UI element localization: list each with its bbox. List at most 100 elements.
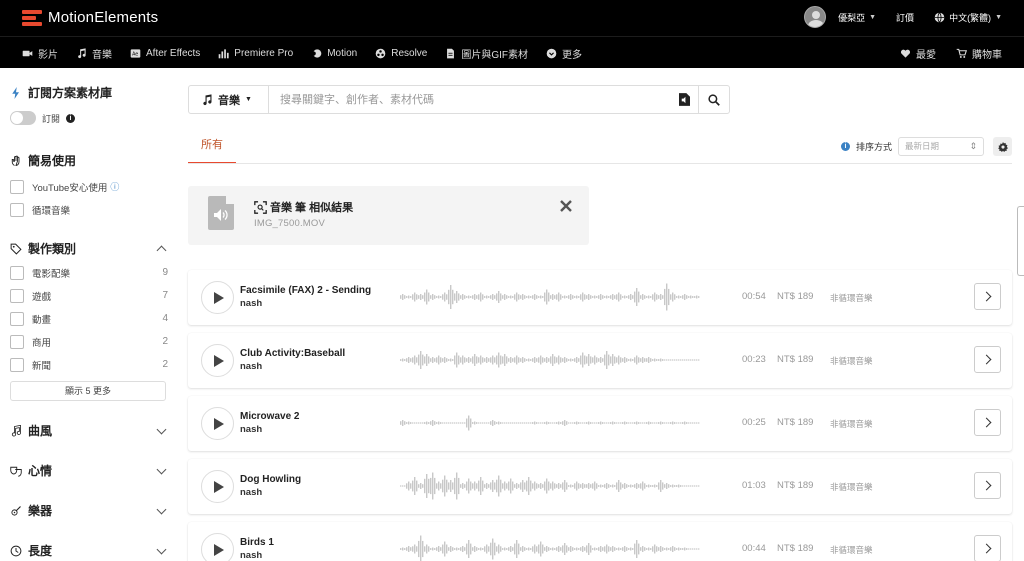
video-icon <box>22 50 33 56</box>
mood-section[interactable]: 心情 <box>10 462 168 479</box>
checkbox[interactable] <box>10 202 24 217</box>
favorites-link[interactable]: 最愛 <box>900 46 936 61</box>
checkbox[interactable] <box>10 357 24 372</box>
filter-category[interactable]: 遊戲 7 <box>10 284 168 307</box>
track-details-button[interactable] <box>974 535 1001 561</box>
audio-file-search-button[interactable] <box>671 86 699 113</box>
track-title[interactable]: Dog Howling <box>240 474 301 485</box>
waveform[interactable] <box>400 471 700 501</box>
track-price: NT$ 189 <box>777 354 814 365</box>
track-row[interactable]: Dog Howling nash 01:03 NT$ 189 非循環音樂 <box>188 459 1012 514</box>
subscription-toggle[interactable] <box>10 111 36 125</box>
nav-video[interactable]: 影片 <box>22 46 58 61</box>
show-more-button[interactable]: 顯示 5 更多 <box>10 381 166 401</box>
more-icon <box>546 48 557 58</box>
cart-link[interactable]: 購物車 <box>956 46 1002 61</box>
nav-images-gif[interactable]: 圖片與GIF素材 <box>445 46 528 61</box>
track-details-button[interactable] <box>974 409 1001 436</box>
duration-section[interactable]: 長度 <box>10 542 168 559</box>
track-artist[interactable]: nash <box>240 298 262 309</box>
pricing-link[interactable]: 訂價 <box>896 11 914 24</box>
checkbox[interactable] <box>10 288 24 303</box>
play-button[interactable] <box>201 533 234 561</box>
nav-premiere-pro[interactable]: Premiere Pro <box>218 48 293 59</box>
chevron-down-icon: ▼ <box>869 13 877 21</box>
nav-motion[interactable]: Motion <box>311 48 357 59</box>
ae-icon: Ae <box>130 48 141 58</box>
nav-after-effects[interactable]: Ae After Effects <box>130 48 200 59</box>
track-row[interactable]: Microwave 2 nash 00:25 NT$ 189 非循環音樂 <box>188 396 1012 451</box>
search-category-dropdown[interactable]: 音樂 ▼ <box>189 86 269 113</box>
avatar <box>804 6 827 28</box>
track-row[interactable]: Birds 1 nash 00:44 NT$ 189 非循環音樂 <box>188 522 1012 561</box>
filter-loop-music[interactable]: 循環音樂 <box>10 198 168 221</box>
checkbox[interactable] <box>10 334 24 349</box>
track-artist[interactable]: nash <box>240 361 262 372</box>
easy-use-section: 簡易使用 YouTube安心使用 ⓘ 循環音樂 <box>10 152 168 221</box>
play-button[interactable] <box>201 281 234 314</box>
filter-label: 電影配樂 <box>32 268 71 280</box>
search-button[interactable] <box>699 86 729 113</box>
instrument-section[interactable]: 樂器 <box>10 502 168 519</box>
sort-select[interactable]: 最新日期 <box>898 137 985 156</box>
info-icon[interactable]: i <box>841 142 850 151</box>
track-artist[interactable]: nash <box>240 424 262 435</box>
track-duration: 00:25 <box>742 417 766 428</box>
search-category-label: 音樂 <box>218 94 240 107</box>
track-title[interactable]: Microwave 2 <box>240 411 299 422</box>
search-bar: 音樂 ▼ <box>188 85 730 114</box>
info-icon[interactable]: ⓘ <box>110 180 119 193</box>
mood-title-text: 心情 <box>28 464 53 478</box>
play-button[interactable] <box>201 407 234 440</box>
checkbox[interactable] <box>10 265 24 280</box>
close-icon[interactable] <box>559 199 573 213</box>
nav-more[interactable]: 更多 <box>546 46 582 61</box>
easy-use-title: 簡易使用 <box>10 152 168 169</box>
tab-all[interactable]: 所有 <box>188 130 236 164</box>
play-button[interactable] <box>201 470 234 503</box>
filter-category[interactable]: 商用 2 <box>10 330 168 353</box>
track-details-button[interactable] <box>974 283 1001 310</box>
filter-youtube-safe[interactable]: YouTube安心使用 ⓘ <box>10 175 168 198</box>
subscription-section: 訂閱方案素材庫 訂閱 i <box>10 84 168 125</box>
checkbox[interactable] <box>10 311 24 326</box>
nav-left: 影片 音樂 Ae After Effects Premiere Pro Moti… <box>22 37 582 69</box>
subscription-toggle-row: 訂閱 i <box>10 111 168 125</box>
filter-label: 循環音樂 <box>32 205 71 217</box>
genre-section[interactable]: 曲風 <box>10 422 168 439</box>
waveform[interactable] <box>400 345 700 375</box>
scrollbar-handle[interactable] <box>1017 206 1024 276</box>
waveform[interactable] <box>400 534 700 561</box>
language-menu[interactable]: 中文(繁體) ▼ <box>934 11 1002 24</box>
waveform[interactable] <box>400 408 700 438</box>
track-row[interactable]: Facsimile (FAX) 2 - Sending nash 00:54 NT$ … <box>188 270 1012 325</box>
resolve-icon <box>375 48 386 58</box>
filter-category[interactable]: 電影配樂 9 <box>10 261 168 284</box>
globe-icon <box>934 11 945 23</box>
track-details-button[interactable] <box>974 472 1001 499</box>
track-artist[interactable]: nash <box>240 487 262 498</box>
filter-category[interactable]: 動畫 4 <box>10 307 168 330</box>
user-menu[interactable]: 優梨亞 ▼ <box>804 6 876 28</box>
track-title[interactable]: Birds 1 <box>240 537 274 548</box>
filter-category[interactable]: 新聞 2 <box>10 353 168 376</box>
track-title[interactable]: Club Activity:Baseball <box>240 348 345 359</box>
nav-resolve[interactable]: Resolve <box>375 48 427 59</box>
search-input[interactable] <box>269 86 671 113</box>
hand-icon <box>11 155 20 166</box>
track-row[interactable]: Club Activity:Baseball nash 00:23 NT$ 189 非循… <box>188 333 1012 388</box>
info-icon[interactable]: i <box>66 113 76 123</box>
username: 優梨亞 <box>838 12 866 23</box>
waveform[interactable] <box>400 282 700 312</box>
track-details-button[interactable] <box>974 346 1001 373</box>
play-button[interactable] <box>201 344 234 377</box>
category-title[interactable]: 製作類別 <box>10 240 168 257</box>
checkbox[interactable] <box>10 179 24 194</box>
top-bar: MotionElements 優梨亞 ▼ 訂價 中文(繁體) ▼ <box>0 0 1024 36</box>
settings-button[interactable] <box>993 137 1012 156</box>
logo[interactable]: MotionElements <box>22 9 158 26</box>
track-title[interactable]: Facsimile (FAX) 2 - Sending <box>240 285 371 296</box>
track-duration: 00:44 <box>742 543 766 554</box>
track-artist[interactable]: nash <box>240 550 262 561</box>
nav-music[interactable]: 音樂 <box>76 46 112 61</box>
